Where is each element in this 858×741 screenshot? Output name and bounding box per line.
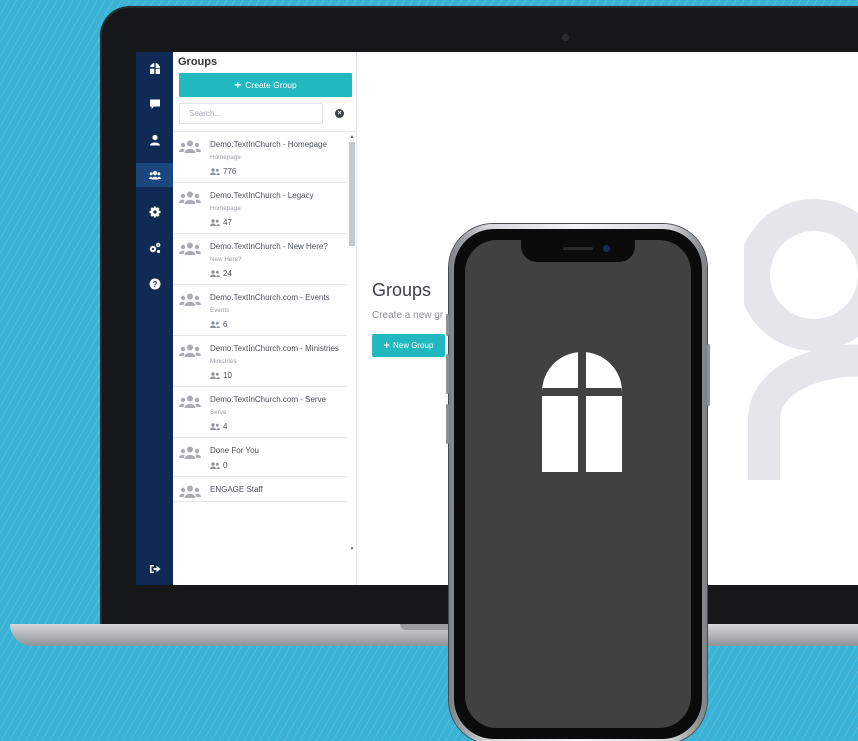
member-count: 10 [210,371,343,380]
members-icon [210,423,220,430]
member-count-value: 6 [223,320,228,329]
group-list-item[interactable]: Demo.TextInChurch.com - Events Events 6 [173,285,347,336]
group-name: Demo.TextInChurch.com - Ministries [210,344,339,353]
settings-icon[interactable] [136,200,173,224]
member-count-value: 10 [223,371,232,380]
group-list-item[interactable]: Demo.TextInChurch.com - Ministries Minis… [173,336,347,387]
group-name: Demo.TextInChurch - Homepage [210,140,327,149]
member-count: 6 [210,320,343,329]
phone [446,224,710,741]
scroll-down-icon[interactable]: ▼ [349,546,355,552]
new-group-button[interactable]: + New Group [372,334,445,357]
group-list-item[interactable]: Demo.TextInChurch - Legacy Homepage 47 [173,183,347,234]
group-subtitle: Events [210,307,230,314]
groups-watermark-icon [744,199,858,480]
plus-icon: + [234,78,242,92]
chat-icon[interactable] [136,92,173,116]
members-icon [210,462,220,469]
svg-text:?: ? [152,280,157,289]
mute-switch [446,314,449,336]
member-count-value: 776 [223,167,237,176]
member-count-value: 4 [223,422,228,431]
member-count-value: 0 [223,461,228,470]
member-count: 776 [210,167,343,176]
group-name: Demo.TextInChurch - Legacy [210,191,314,200]
close-icon: × [335,109,344,118]
members-icon [210,321,220,328]
group-icon [179,344,201,357]
logout-icon[interactable] [136,557,173,581]
cogs-icon[interactable] [136,236,173,260]
volume-up-button [446,354,449,394]
phone-notch [521,240,635,262]
member-count: 4 [210,422,343,431]
members-icon [210,270,220,277]
group-icon [179,293,201,306]
power-button [707,344,710,406]
nav-rail: ? [136,52,173,585]
group-icon [179,446,201,459]
group-name: Done For You [210,446,259,455]
panel-title: Groups [178,56,218,68]
groups-icon[interactable] [136,163,173,187]
group-list: Demo.TextInChurch - Homepage Homepage 77… [173,132,347,585]
member-count: 24 [210,269,343,278]
phone-bezel [454,229,702,739]
search-input[interactable]: Search... [179,103,323,124]
user-icon[interactable] [136,128,173,152]
members-icon [210,168,220,175]
member-count-value: 47 [223,218,232,227]
groups-panel: Groups + Create Group Search... × Demo.T… [173,52,357,585]
scrollbar[interactable]: ▲ ▼ [349,134,355,554]
group-name: Demo.TextInChurch.com - Events [210,293,330,302]
member-count: 0 [210,461,343,470]
phone-camera-icon [603,245,610,252]
logo-icon[interactable] [136,56,173,80]
group-subtitle: Homepage [210,205,241,212]
members-icon [210,372,220,379]
scroll-thumb[interactable] [349,142,355,246]
help-icon[interactable]: ? [136,272,173,296]
group-icon [179,140,201,153]
create-group-label: Create Group [245,80,297,90]
group-icon [179,242,201,255]
phone-screen [465,240,691,728]
group-subtitle: Homepage [210,154,241,161]
volume-down-button [446,404,449,444]
group-list-item[interactable]: Demo.TextInChurch - New Here? New Here? … [173,234,347,285]
group-icon [179,191,201,204]
members-icon [210,219,220,226]
logo-icon [542,352,622,472]
page-title: Groups [372,280,432,300]
group-subtitle: Ministries [210,358,237,365]
group-subtitle: New Here? [210,256,242,263]
scroll-up-icon[interactable]: ▲ [349,134,355,140]
create-group-button[interactable]: + Create Group [179,73,352,97]
group-list-item[interactable]: ENGAGE Staff [173,477,347,502]
group-list-item[interactable]: Done For You 0 [173,438,347,477]
group-name: Demo.TextInChurch.com - Serve [210,395,327,404]
group-subtitle: Serve [210,409,227,416]
new-group-label: New Group [392,341,434,350]
member-count-value: 24 [223,269,232,278]
laptop-camera [562,34,569,41]
group-name: Demo.TextInChurch - New Here? [210,242,328,251]
group-icon [179,395,201,408]
member-count: 47 [210,218,343,227]
group-list-item[interactable]: Demo.TextInChurch.com - Serve Serve 4 [173,387,347,438]
page-subtitle: Create a new gr [372,310,444,321]
plus-icon: + [383,339,390,352]
group-list-item[interactable]: Demo.TextInChurch - Homepage Homepage 77… [173,132,347,183]
search-placeholder: Search... [189,109,222,118]
phone-speaker [563,247,593,250]
clear-search-button[interactable]: × [327,103,352,124]
group-name: ENGAGE Staff [210,485,263,494]
group-icon [179,485,201,498]
